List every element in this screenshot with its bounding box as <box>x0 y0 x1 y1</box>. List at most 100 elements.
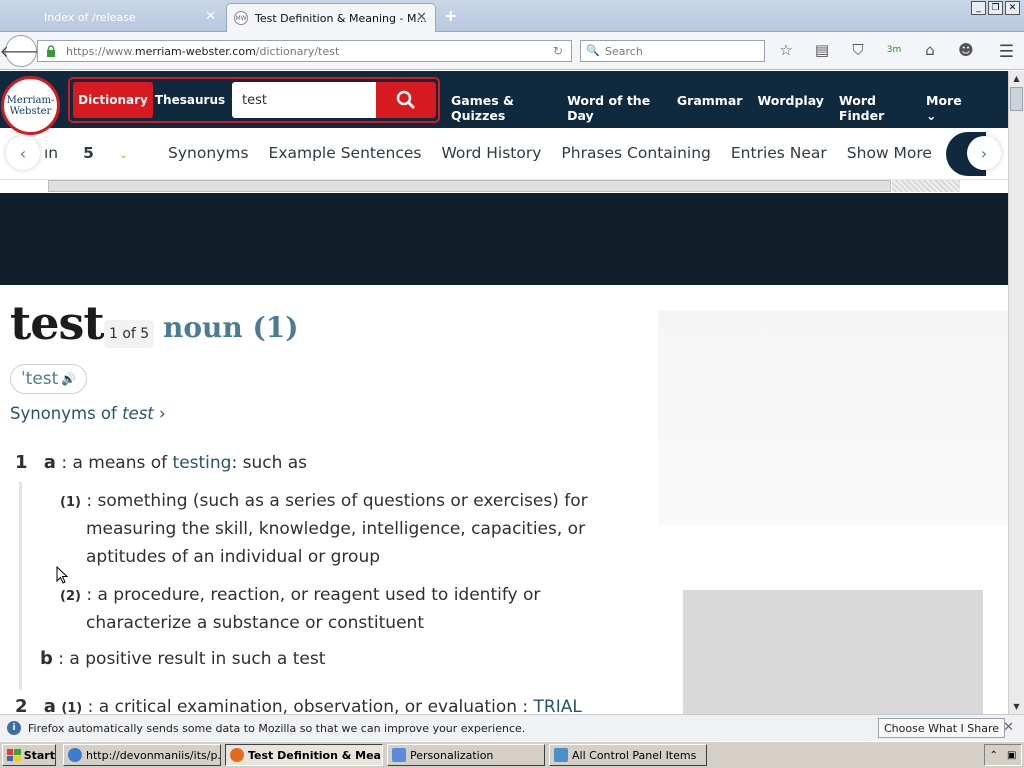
toolbar-icons: ☆ ▤ ⛉ 3m ⌂ ☻ <box>776 40 976 60</box>
control-panel-icon <box>554 748 568 762</box>
close-icon[interactable]: ✕ <box>1003 720 1014 735</box>
subnav-scrollbar[interactable] <box>48 180 891 192</box>
system-tray: ⌃ ▣ <box>984 744 1022 766</box>
reload-icon[interactable]: ↻ <box>553 44 563 58</box>
address-bar[interactable]: https://www. merriam-webster.com/dictiona… <box>37 40 572 62</box>
choose-what-i-share-button[interactable]: Choose What I Share <box>878 718 1005 738</box>
url-domain: merriam-webster.com <box>134 44 256 58</box>
chevron-right-icon: › <box>980 143 988 163</box>
nav-games-quizzes[interactable]: Games & Quizzes <box>451 93 552 123</box>
start-button[interactable]: Start <box>2 744 56 766</box>
site-search-box: Dictionary Thesaurus <box>68 77 440 123</box>
subsense-number: (2) <box>60 589 81 604</box>
synonyms-link[interactable]: Synonyms of test › <box>10 404 166 423</box>
bookmark-star-icon[interactable]: ☆ <box>776 40 796 60</box>
reading-list-icon[interactable]: ▤ <box>812 40 832 60</box>
nav-word-finder[interactable]: Word Finder <box>839 93 911 123</box>
close-tab-icon[interactable]: ✕ <box>416 10 427 25</box>
merriam-webster-logo[interactable]: Merriam- Webster <box>1 76 60 135</box>
info-icon: i <box>7 721 21 735</box>
windows-logo-icon <box>7 749 21 761</box>
subnav-prev-button[interactable]: ‹ <box>6 136 40 170</box>
chat-icon[interactable]: ☻ <box>956 40 976 60</box>
definition-text: : a means of <box>61 453 173 473</box>
scroll-up-icon[interactable]: ▲ <box>1009 71 1024 86</box>
pronunciation-text: ˈtest <box>21 369 59 389</box>
thesaurus-tab[interactable]: Thesaurus <box>155 82 225 118</box>
nav-more[interactable]: More ⌄ <box>926 93 993 123</box>
site-search-input[interactable] <box>232 82 376 118</box>
definition-text: : such as <box>231 453 308 473</box>
site-search-button[interactable] <box>376 82 436 118</box>
dictionary-tab[interactable]: Dictionary <box>73 82 153 118</box>
scrollbar-thumb[interactable] <box>1010 87 1023 111</box>
home-icon[interactable]: ⌂ <box>920 40 940 60</box>
windows-taskbar: Start http://devonmaniis/its/p... Test D… <box>0 741 1024 768</box>
entry-subnav: ın 5 ⌄ Synonyms Example Sentences Word H… <box>0 128 1008 180</box>
close-tab-icon[interactable]: ✕ <box>205 9 216 24</box>
definition-1a2: (2) : a procedure, reaction, or reagent … <box>60 581 540 611</box>
subnav-phrases-containing[interactable]: Phrases Containing <box>561 144 710 162</box>
back-button[interactable]: 🡐 <box>0 35 42 67</box>
page-scrollbar[interactable]: ▲ ▼ <box>1008 71 1024 714</box>
subnav-entries-near[interactable]: Entries Near <box>731 144 827 162</box>
tab-title: Test Definition & Meaning - M... <box>255 11 427 25</box>
hamburger-menu-icon[interactable]: ☰ <box>999 42 1014 62</box>
notification-text: Firefox automatically sends some data to… <box>28 722 526 735</box>
part-of-speech[interactable]: noun (1) <box>163 311 298 344</box>
tray-expand-icon[interactable]: ⌃ <box>990 750 998 761</box>
pronunciation-button[interactable]: ˈtest 🔊 <box>10 364 88 394</box>
scroll-down-icon[interactable]: ▼ <box>1009 699 1024 714</box>
taskbar-item-firefox[interactable]: Test Definition & Mea... <box>225 744 383 766</box>
url-prefix: https://www. <box>66 44 135 58</box>
logo-line1: Merriam- <box>6 94 55 106</box>
testing-link[interactable]: testing <box>173 453 232 473</box>
subnav-word-history[interactable]: Word History <box>441 144 541 162</box>
search-icon <box>396 90 415 109</box>
subnav-example-sentences[interactable]: Example Sentences <box>269 144 422 162</box>
taskbar-item-ie[interactable]: http://devonmaniis/its/p... <box>63 744 221 766</box>
network-icon[interactable]: ▣ <box>1007 750 1016 761</box>
maximize-button[interactable]: ❐ <box>988 1 1003 15</box>
search-icon: 🔍 <box>586 44 600 57</box>
minimize-button[interactable]: _ <box>971 1 986 15</box>
subnav-show-more-label: Show More <box>846 144 932 162</box>
taskbar-item-control-panel[interactable]: All Control Panel Items <box>549 744 707 766</box>
chevron-left-icon: ‹ <box>19 143 27 163</box>
browser-tab-active[interactable]: MW Test Definition & Meaning - M... ✕ <box>226 3 436 32</box>
subsense-number: (1) <box>60 495 81 510</box>
browser-nav-bar: 🡐 https://www. merriam-webster.com/dictio… <box>0 32 1024 70</box>
taskbar-item-personalization[interactable]: Personalization <box>387 744 545 766</box>
lock-icon <box>47 45 55 57</box>
tab-title: Index of /release <box>44 11 136 24</box>
firefox-icon <box>230 748 244 762</box>
subnav-next-button[interactable]: › <box>967 136 1001 170</box>
task-label: Personalization <box>410 748 494 762</box>
chevron-right-icon: › <box>159 404 166 423</box>
nav-word-of-the-day[interactable]: Word of the Day <box>567 93 662 123</box>
nav-grammar[interactable]: Grammar <box>677 93 743 123</box>
task-label: Test Definition & Mea... <box>248 748 383 762</box>
pocket-icon[interactable]: ⛉ <box>848 40 868 60</box>
browser-search-input[interactable]: 🔍 Search <box>580 40 765 62</box>
mw-favicon-icon: MW <box>234 11 248 25</box>
ad-slot-right-top <box>658 310 1008 525</box>
definition-text: : a positive result in such a test <box>58 649 326 669</box>
nav-wordplay[interactable]: Wordplay <box>757 93 823 123</box>
site-header: Merriam-Webster Dictionary Thesaurus Gam… <box>0 71 1008 135</box>
mouse-cursor-icon <box>56 566 68 584</box>
ie-icon <box>68 748 82 762</box>
sense-letter: b <box>40 648 53 669</box>
browser-tab-release[interactable]: Index of /release ✕ <box>0 3 224 32</box>
ad-banner <box>0 193 1008 285</box>
subnav-synonyms[interactable]: Synonyms <box>168 144 249 162</box>
logo-line2: Webster <box>9 105 52 117</box>
definition-line: characterize a substance or constituent <box>86 613 424 633</box>
subnav-partial[interactable]: ın 5 ⌄ <box>44 144 148 162</box>
close-window-button[interactable]: ✕ <box>1005 1 1020 15</box>
subnav-items: ın 5 ⌄ Synonyms Example Sentences Word H… <box>44 144 1001 162</box>
synonyms-link-prefix: Synonyms of <box>10 404 123 423</box>
new-tab-button[interactable]: + <box>444 6 457 25</box>
downloads-icon[interactable]: 3m <box>884 40 904 60</box>
headword: test <box>10 296 105 350</box>
